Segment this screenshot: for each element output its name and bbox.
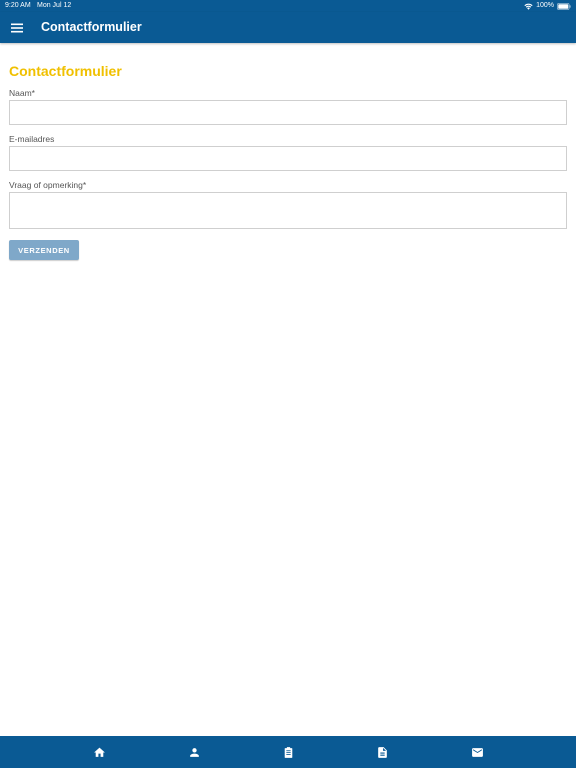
nav-item-profile[interactable] <box>184 742 204 762</box>
email-label: E-mailadres <box>9 134 55 144</box>
app-header: Contactformulier <box>0 12 576 43</box>
submit-button[interactable]: VERZENDEN <box>9 240 79 260</box>
hamburger-menu-icon <box>10 23 23 32</box>
bottom-nav <box>0 736 576 768</box>
question-label: Vraag of opmerking* <box>9 180 87 190</box>
question-textarea[interactable] <box>9 192 567 229</box>
wifi-icon <box>524 3 533 10</box>
mail-icon <box>471 747 483 757</box>
nav-item-documents[interactable] <box>372 742 392 762</box>
name-input[interactable] <box>9 100 567 125</box>
clipboard-icon <box>284 746 292 758</box>
battery-percentage: 100% <box>536 2 554 9</box>
status-date: Mon Jul 12 <box>37 2 72 9</box>
email-input[interactable] <box>9 146 567 171</box>
page-title: Contactformulier <box>9 63 122 79</box>
name-label: Naam* <box>9 88 35 98</box>
battery-icon <box>557 2 571 10</box>
status-time: 9:20 AM <box>5 2 31 9</box>
nav-item-contact[interactable] <box>467 742 487 762</box>
person-icon <box>189 747 199 757</box>
header-title: Contactformulier <box>41 20 142 34</box>
contact-form: Contactformulier Naam* E-mailadres Vraag… <box>9 43 567 260</box>
home-icon <box>93 747 105 757</box>
nav-item-home[interactable] <box>89 742 109 762</box>
app-root: 9:20 AM Mon Jul 12 100% Contactformulier… <box>0 0 576 768</box>
document-icon <box>377 746 387 758</box>
nav-item-clipboard[interactable] <box>278 742 298 762</box>
status-right: 100% <box>524 0 571 12</box>
status-bar: 9:20 AM Mon Jul 12 100% <box>0 0 576 12</box>
menu-button[interactable] <box>6 17 27 38</box>
